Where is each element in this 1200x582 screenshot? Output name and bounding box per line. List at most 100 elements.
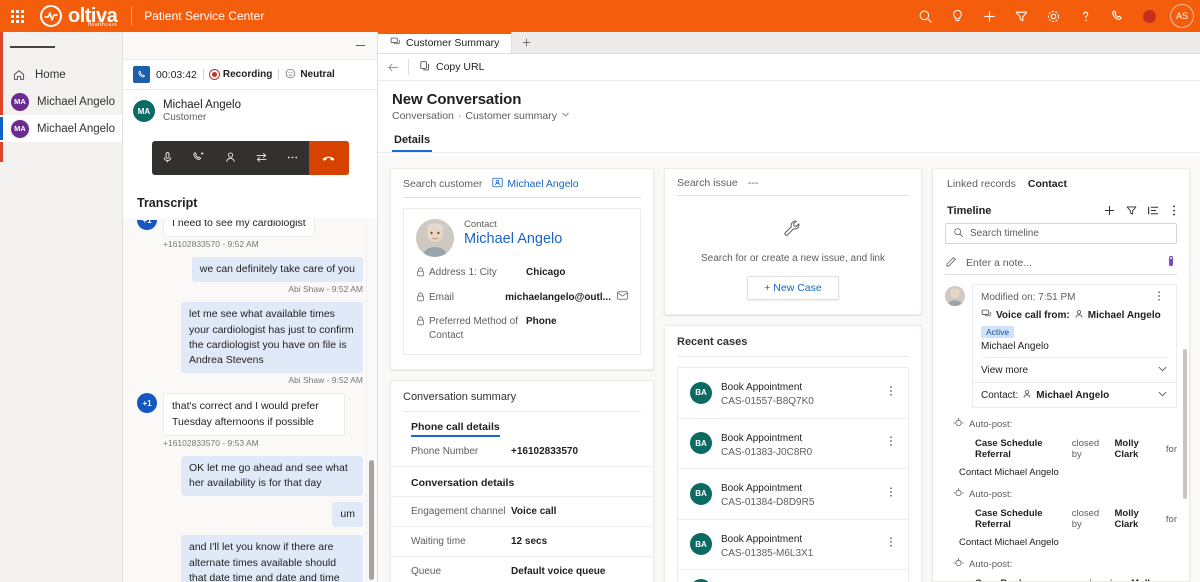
more-icon[interactable] xyxy=(1169,204,1179,217)
timeline-entry-person[interactable]: Michael Angelo xyxy=(1088,310,1161,321)
autopost-label: Auto-post: xyxy=(969,419,1012,430)
plus-icon[interactable] xyxy=(1103,204,1116,217)
add-tab-button[interactable] xyxy=(512,32,540,53)
breadcrumb-form[interactable]: Customer summary xyxy=(465,110,557,122)
field-label: Email xyxy=(416,291,505,307)
new-case-button[interactable]: + New Case xyxy=(747,276,838,300)
more-icon[interactable] xyxy=(882,384,900,402)
note-placeholder: Enter a note... xyxy=(966,257,1032,269)
sidebar-item-michael-angelo-1[interactable]: MA Michael Angelo xyxy=(0,88,122,115)
tab-customer-summary[interactable]: Customer Summary xyxy=(378,32,512,53)
search-issue-value[interactable]: --- xyxy=(748,177,759,189)
neutral-face-icon xyxy=(285,68,296,82)
home-icon xyxy=(11,69,27,81)
recent-cases-title: Recent cases xyxy=(665,326,921,356)
person-icon xyxy=(1074,309,1084,322)
case-row[interactable]: BA Book Appointment CAS-01383-J0C8R0 xyxy=(678,419,908,470)
transfer-icon[interactable] xyxy=(246,141,277,175)
more-icon[interactable] xyxy=(1150,290,1168,305)
case-row[interactable]: BA Book Appointment xyxy=(678,570,908,582)
timeline-header: Timeline xyxy=(933,200,1189,223)
app-launcher-icon[interactable] xyxy=(0,10,34,23)
help-icon[interactable] xyxy=(1070,0,1100,32)
view-more-button[interactable]: View more xyxy=(981,357,1168,382)
case-row[interactable]: BA Book Appointment CAS-01385-M6L3X1 xyxy=(678,520,908,571)
case-row[interactable]: BA Book Appointment CAS-01384-D8D9R5 xyxy=(678,469,908,520)
end-call-icon[interactable] xyxy=(309,141,349,175)
minimize-button[interactable] xyxy=(349,36,371,56)
detail-tabs: Details xyxy=(378,130,1200,153)
message-bubble: let me see what available times your car… xyxy=(181,302,363,373)
field-label-text: Preferred Method of Contact xyxy=(429,315,526,342)
autopost-actor: Molly Clark xyxy=(1115,508,1156,530)
plus-icon[interactable] xyxy=(974,0,1004,32)
kv-key: Phone Number xyxy=(411,446,511,457)
contact-name-link[interactable]: Michael Angelo xyxy=(464,230,562,249)
avatar: +1 xyxy=(137,220,157,230)
linked-records-selected[interactable]: Contact xyxy=(1028,178,1067,190)
back-arrow-icon[interactable] xyxy=(378,61,408,74)
tab-details[interactable]: Details xyxy=(392,130,432,152)
more-icon[interactable] xyxy=(882,485,900,503)
note-input[interactable]: Enter a note... xyxy=(945,251,1177,275)
autopost-line: Case Schedule Referral closed by Molly C… xyxy=(975,508,1177,530)
message-bubble: we can definitely take care of you xyxy=(192,257,363,282)
timeline-entry-subtext: Michael Angelo xyxy=(981,341,1168,352)
filter-icon[interactable] xyxy=(1006,0,1036,32)
search-issue-label: Search issue xyxy=(677,177,738,189)
case-row[interactable]: BA Book Appointment CAS-01557-B8Q7K0 xyxy=(678,368,908,419)
recording-status-icon[interactable] xyxy=(1134,0,1164,32)
more-icon[interactable] xyxy=(882,535,900,553)
field-value: michaelangelo@outl... xyxy=(505,291,628,305)
search-customer-value[interactable]: Michael Angelo xyxy=(492,177,578,191)
brand-divider xyxy=(131,7,132,25)
autopost-entry: Auto-post: Case Book Appointment closed … xyxy=(953,557,1177,582)
attachment-icon[interactable] xyxy=(1165,255,1177,270)
transcript-messages[interactable]: +1 I need to see my cardiologist +161028… xyxy=(123,220,377,582)
message-bubble: that's correct and I would prefer Tuesda… xyxy=(163,393,345,435)
mute-icon[interactable] xyxy=(152,141,183,175)
consult-person-icon[interactable] xyxy=(214,141,245,175)
case-number: CAS-01384-D8D9R5 xyxy=(721,496,814,510)
timeline-contact-name[interactable]: Michael Angelo xyxy=(1036,390,1109,401)
sidebar-item-michael-angelo-2[interactable]: MA Michael Angelo xyxy=(0,115,122,142)
brand-logo[interactable]: oltiva Healthcare xyxy=(34,5,117,27)
field-label-text: Address 1: City xyxy=(429,266,497,280)
transcript-message: um xyxy=(137,502,363,527)
transcript-scrollbar-thumb[interactable] xyxy=(369,460,374,580)
more-icon[interactable] xyxy=(882,434,900,452)
phone-icon[interactable] xyxy=(1102,0,1132,32)
case-title: Book Appointment xyxy=(721,433,802,444)
search-customer-text: Michael Angelo xyxy=(507,178,578,190)
app-title: Patient Service Center xyxy=(144,9,264,23)
hold-icon[interactable] xyxy=(183,141,214,175)
tab-phone-call-details[interactable]: Phone call details xyxy=(411,412,500,437)
more-icon[interactable] xyxy=(277,141,308,175)
message-meta: +16102833570 - 9:53 AM xyxy=(137,438,363,448)
page-header: New Conversation Conversation · Customer… xyxy=(378,81,1200,122)
menu-icon[interactable] xyxy=(0,32,122,62)
lightbulb-icon[interactable] xyxy=(942,0,972,32)
breadcrumb: Conversation · Customer summary xyxy=(392,110,1186,122)
message-bubble: I need to see my cardiologist xyxy=(163,220,315,237)
linked-records-row: Linked records Contact xyxy=(933,169,1189,200)
autopost-verb: closed by xyxy=(1072,508,1105,530)
oltiva-mark-icon xyxy=(40,5,62,27)
sort-icon[interactable] xyxy=(1147,204,1160,217)
mail-icon[interactable] xyxy=(617,291,628,305)
avatar: BA xyxy=(690,483,712,505)
chevron-down-icon[interactable] xyxy=(1157,388,1168,402)
avatar[interactable]: AS xyxy=(1170,4,1194,28)
sidebar-item-home[interactable]: Home xyxy=(0,62,122,88)
gear-icon[interactable] xyxy=(1038,0,1068,32)
timeline-entry-card[interactable]: Modified on: 7:51 PM Voice cal xyxy=(972,284,1177,408)
chevron-down-icon[interactable] xyxy=(561,110,570,122)
timeline-scrollbar-thumb[interactable] xyxy=(1183,349,1187,499)
search-timeline-input[interactable]: Search timeline xyxy=(945,223,1177,244)
column-customer: Search customer Michael Angelo xyxy=(390,168,654,582)
search-icon[interactable] xyxy=(910,0,940,32)
timeline-contact-row[interactable]: Contact: Michael Angelo xyxy=(973,382,1176,407)
filter-icon[interactable] xyxy=(1125,204,1138,217)
pencil-icon xyxy=(945,255,958,271)
copy-url-button[interactable]: Copy URL xyxy=(409,54,494,80)
